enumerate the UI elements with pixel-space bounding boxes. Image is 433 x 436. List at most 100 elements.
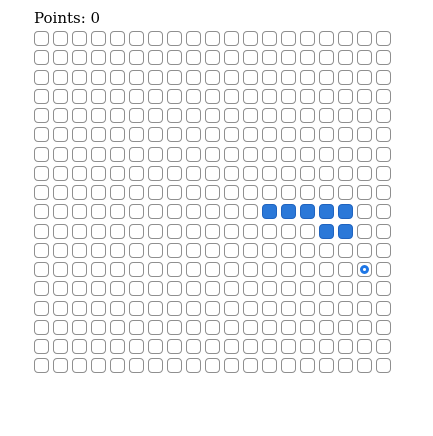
board-cell [72,339,87,354]
board-cell [243,31,258,46]
board-cell [110,281,125,296]
board-cell [148,50,163,65]
board-cell [110,243,125,258]
board-cell [224,358,239,373]
board-cell [205,301,220,316]
snake-segment [338,224,353,239]
board-cell [129,281,144,296]
board-cell [110,320,125,335]
board-cell [91,243,106,258]
board-cell [91,358,106,373]
board-cell [129,70,144,85]
board-cell [205,147,220,162]
board-cell [129,243,144,258]
board-cell [243,320,258,335]
board-cell [300,301,315,316]
board-cell [110,185,125,200]
board-cell [205,185,220,200]
board-cell [319,89,334,104]
board-cell [338,262,353,277]
board-cell [224,243,239,258]
board-cell [72,31,87,46]
board-cell [357,320,372,335]
board-cell [148,204,163,219]
board-cell [205,262,220,277]
board-cell [281,89,296,104]
board-cell [186,243,201,258]
board-cell [300,224,315,239]
board-cell [167,224,182,239]
board-cell [53,204,68,219]
board-cell [357,31,372,46]
board-cell [129,224,144,239]
board-cell [148,89,163,104]
board-cell [376,89,391,104]
board-cell [167,281,182,296]
board-cell [205,50,220,65]
board-cell [243,224,258,239]
board-cell [205,339,220,354]
board-cell [148,224,163,239]
board-cell [300,358,315,373]
board-cell [243,281,258,296]
board-cell [148,358,163,373]
board-cell [186,224,201,239]
board-cell [129,358,144,373]
board-cell [281,358,296,373]
board-cell [243,50,258,65]
board-cell [319,50,334,65]
board-cell [53,89,68,104]
board-cell [34,108,49,123]
board-cell [357,70,372,85]
board-cell [205,204,220,219]
board-cell [376,31,391,46]
board-cell [205,281,220,296]
board-cell [34,320,49,335]
board-cell [262,147,277,162]
board-cell [205,166,220,181]
board-cell [148,320,163,335]
board-cell [262,320,277,335]
board-cell [319,301,334,316]
board-cell [357,358,372,373]
board-cell [148,339,163,354]
board-cell [262,339,277,354]
board-cell [243,166,258,181]
board-cell [110,166,125,181]
board-cell [53,281,68,296]
board-cell [72,166,87,181]
board-cell [186,262,201,277]
board-cell [224,50,239,65]
board-cell [186,166,201,181]
board-cell [110,224,125,239]
board-cell [281,243,296,258]
board-cell [205,70,220,85]
board-cell [129,147,144,162]
board-cell [262,166,277,181]
board-cell [300,262,315,277]
board-cell [281,339,296,354]
board-cell [224,339,239,354]
board-cell [357,147,372,162]
board-cell [243,358,258,373]
board-cell [148,243,163,258]
board-cell [357,281,372,296]
board-cell [72,301,87,316]
board-cell [148,70,163,85]
snake-segment [338,204,353,219]
board-cell [53,339,68,354]
board-cell [91,89,106,104]
board-cell [319,339,334,354]
game-board[interactable] [34,31,395,373]
board-cell [91,320,106,335]
board-cell [338,70,353,85]
board-cell [91,50,106,65]
board-cell [300,108,315,123]
snake-segment [281,204,296,219]
board-cell [338,243,353,258]
board-cell [224,89,239,104]
board-cell [376,50,391,65]
board-cell [224,185,239,200]
board-cell [281,127,296,142]
board-cell [91,281,106,296]
